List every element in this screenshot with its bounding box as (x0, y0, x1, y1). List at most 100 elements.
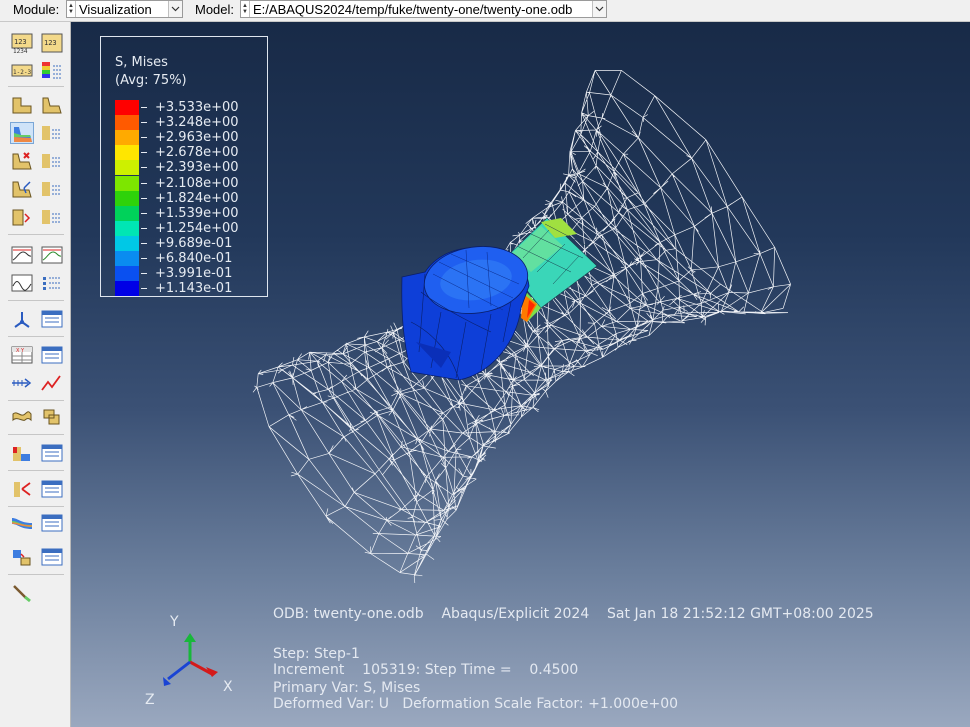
contour-options-icon[interactable] (40, 122, 64, 144)
legend-swatch (115, 220, 139, 236)
svg-text:123: 123 (14, 38, 27, 46)
legend-swatch (115, 100, 139, 115)
legend-swatch (115, 251, 139, 266)
legend-tick (141, 167, 147, 169)
legend-value: +2.678e+00 (155, 145, 239, 161)
display-group-manager-icon[interactable] (40, 442, 64, 464)
legend-value: +3.533e+00 (155, 100, 239, 115)
stream-options-icon[interactable] (40, 406, 64, 428)
orientation-options-icon[interactable] (40, 178, 64, 200)
plot-undeformed-icon[interactable] (10, 94, 34, 116)
view-cut-manager-icon[interactable] (40, 308, 64, 330)
legend-row: +2.108e+00 (115, 175, 265, 191)
legend-row: +1.824e+00 (115, 190, 265, 206)
field-output-icon[interactable]: 1-2-3 (10, 60, 34, 82)
symbol-plot-icon[interactable] (10, 150, 34, 172)
animate-time-icon[interactable] (40, 244, 64, 266)
model-spinner[interactable]: ▲ ▼ (241, 1, 250, 17)
common-options-icon[interactable]: 123 (40, 32, 64, 54)
mesh-edges (252, 70, 791, 584)
spectrum-icon[interactable] (10, 512, 34, 534)
graphics-viewport[interactable]: Y X Z S, Mises (Avg: 75%) +3.533e+00 +3.2… (71, 22, 970, 727)
legend-swatch (115, 145, 139, 161)
legend-tick (141, 197, 147, 199)
axis-z-label: Z (145, 692, 155, 708)
axis-triad: Y X Z (145, 614, 233, 708)
wireframe-mesh (252, 70, 791, 584)
increment-info-line: Increment 105319: Step Time = 0.4500 (273, 662, 579, 678)
spectrum-manager-icon[interactable] (40, 512, 64, 534)
animate-harmonic-icon[interactable] (10, 272, 34, 294)
display-group-icon[interactable] (10, 442, 34, 464)
legend-row: +1.539e+00 (115, 205, 265, 221)
legend-tick (141, 288, 147, 290)
material-orientation-icon[interactable] (10, 178, 34, 200)
symbol-options-icon[interactable] (40, 150, 64, 172)
module-value: Visualization (79, 1, 152, 17)
legend-swatch (115, 115, 139, 131)
legend-options-icon[interactable] (40, 60, 64, 82)
chevron-down-icon[interactable] (592, 1, 606, 17)
visualization-toolbox: 123 1234 123 1-2-3 X Y (0, 22, 71, 727)
model-combo[interactable]: ▲ ▼ E:/ABAQUS2024/temp/fuke/twenty-one/tw… (240, 0, 607, 18)
stream-icon[interactable] (10, 406, 34, 428)
legend-value: +1.539e+00 (155, 205, 239, 221)
legend-tick (141, 107, 147, 108)
legend-value: +3.248e+00 (155, 115, 239, 131)
deformed-var-line: Deformed Var: U Deformation Scale Factor… (273, 696, 679, 712)
legend-row: +1.254e+00 (115, 220, 265, 236)
legend-row: +2.678e+00 (115, 145, 265, 161)
module-combo[interactable]: ▲ ▼ Visualization (66, 0, 183, 18)
svg-text:1-2-3: 1-2-3 (13, 69, 31, 76)
legend-value: +1.143e-01 (155, 281, 233, 297)
ply-stack-options-icon[interactable] (40, 206, 64, 228)
module-spinner[interactable]: ▲ ▼ (67, 1, 76, 17)
free-body-cut-icon[interactable] (10, 478, 34, 500)
legend-row: +3.533e+00 (115, 100, 265, 115)
legend-row: +2.963e+00 (115, 130, 265, 146)
legend-title: S, Mises (115, 55, 168, 70)
legend-tick (141, 242, 147, 244)
legend-value: +2.393e+00 (155, 160, 239, 176)
legend-tick (141, 227, 147, 229)
free-body-manager-icon[interactable] (40, 478, 64, 500)
step-info-line: Step: Step-1 (273, 646, 360, 662)
query-icon[interactable]: 123 1234 (10, 32, 34, 54)
probe-icon[interactable] (10, 582, 34, 604)
legend-swatch (115, 205, 139, 221)
legend-swatch (115, 281, 139, 297)
legend-subtitle: (Avg: 75%) (115, 73, 187, 88)
legend-row: +1.143e-01 (115, 281, 265, 297)
legend-row: +2.393e+00 (115, 160, 265, 176)
contour-legend[interactable]: S, Mises (Avg: 75%) +3.533e+00 +3.248e+00… (100, 36, 268, 297)
legend-tick (141, 122, 147, 124)
axis-x-label: X (223, 679, 233, 695)
xy-data-icon[interactable]: X Y (10, 344, 34, 366)
plot-deformed-icon[interactable] (40, 94, 64, 116)
contour-plot-icon[interactable] (10, 122, 34, 144)
legend-swatch (115, 175, 139, 191)
xy-data-manager-icon[interactable] (40, 344, 64, 366)
ply-stack-plot-icon[interactable] (10, 206, 34, 228)
legend-tick (141, 212, 147, 214)
animation-options-icon[interactable] (40, 272, 64, 294)
primary-var-line: Primary Var: S, Mises (273, 680, 421, 696)
model-value: E:/ABAQUS2024/temp/fuke/twenty-one/twent… (253, 1, 573, 17)
legend-swatch (115, 130, 139, 146)
chevron-down-icon[interactable] (168, 1, 182, 17)
svg-text:X Y: X Y (16, 348, 25, 354)
create-path-icon[interactable] (10, 372, 34, 394)
plot-xy-icon[interactable] (40, 372, 64, 394)
view-cut-icon[interactable] (10, 308, 34, 330)
legend-swatch (115, 160, 139, 176)
legend-value: +3.991e-01 (155, 266, 233, 282)
legend-tick (141, 273, 147, 275)
surface-section-manager-icon[interactable] (40, 546, 64, 568)
animate-scale-icon[interactable] (10, 244, 34, 266)
axis-y-label: Y (169, 614, 179, 630)
legend-value: +6.840e-01 (155, 251, 233, 266)
surface-section-icon[interactable] (10, 546, 34, 568)
legend-value: +2.108e+00 (155, 175, 239, 191)
legend-row: +9.689e-01 (115, 235, 265, 251)
legend-value: +2.963e+00 (155, 130, 239, 146)
